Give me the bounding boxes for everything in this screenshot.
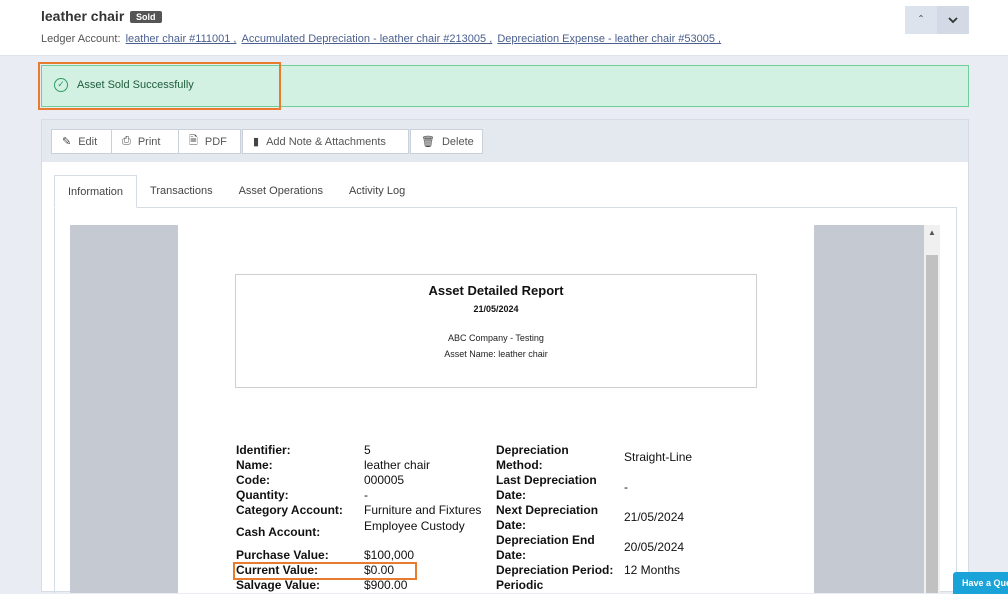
field-label-periodic: Periodic xyxy=(496,578,544,592)
field-label-last-depreciation-2: Date: xyxy=(496,488,527,502)
print-label: Print xyxy=(137,135,161,148)
add-note-attachments-button[interactable]: ▮ Add Note & Attachments xyxy=(242,129,409,154)
report-date: 21/05/2024 xyxy=(473,304,519,314)
field-value-depreciation-method: Straight-Line xyxy=(624,450,693,464)
field-value-code: 000005 xyxy=(364,473,405,487)
tab-activity-log[interactable]: Activity Log xyxy=(336,175,418,208)
field-label-next-depreciation-1: Next Depreciation xyxy=(496,503,599,517)
tab-bar: Information Transactions Asset Operation… xyxy=(54,175,418,208)
status-badge: Sold xyxy=(130,11,162,23)
delete-label: Delete xyxy=(441,135,474,148)
delete-button[interactable]: 🗑 Delete xyxy=(410,129,483,154)
field-label-salvage-value: Salvage Value: xyxy=(236,578,321,592)
edit-label: Edit xyxy=(78,135,98,148)
edit-button[interactable]: ✎ Edit xyxy=(51,129,112,154)
field-value-quantity: - xyxy=(364,488,368,502)
field-value-purchase-value: $100,000 xyxy=(364,548,415,562)
next-record-button[interactable] xyxy=(937,6,969,34)
chevron-up-icon: ˆ xyxy=(919,13,923,27)
field-label-code: Code: xyxy=(236,473,270,487)
ledger-link-accumulated-depreciation[interactable]: Accumulated Depreciation - leather chair… xyxy=(242,33,493,45)
field-value-next-depreciation: 21/05/2024 xyxy=(624,510,685,524)
tab-transactions[interactable]: Transactions xyxy=(137,175,226,208)
field-label-identifier: Identifier: xyxy=(236,443,291,457)
action-toolbar: ✎ Edit ⎙ Print 🗎 PDF ▮ Add Note & Attach… xyxy=(42,120,968,162)
quick-help-button[interactable]: Have a Question? xyxy=(953,572,1008,594)
report-header-box: Asset Detailed Report 21/05/2024 ABC Com… xyxy=(235,274,757,388)
tab-information[interactable]: Information xyxy=(54,175,138,208)
ledger-link-depreciation-expense[interactable]: Depreciation Expense - leather chair #53… xyxy=(497,33,721,45)
field-value-salvage-value: $900.00 xyxy=(364,578,408,592)
report-asset-name: Asset Name: leather chair xyxy=(444,349,548,359)
record-navigation: ˆ xyxy=(905,6,969,34)
field-value-depreciation-end: 20/05/2024 xyxy=(624,540,685,554)
field-value-depreciation-period: 12 Months xyxy=(624,563,681,577)
previous-record-button[interactable]: ˆ xyxy=(905,6,937,34)
tab-asset-operations[interactable]: Asset Operations xyxy=(226,175,336,208)
field-label-last-depreciation-1: Last Depreciation xyxy=(496,473,597,487)
field-value-name: leather chair xyxy=(364,458,431,472)
field-value-cash-account: Employee Custody xyxy=(364,519,465,533)
trash-icon: 🗑 xyxy=(421,136,435,148)
field-label-quantity: Quantity: xyxy=(236,488,289,502)
page-title: leather chair xyxy=(41,8,125,24)
field-value-last-depreciation: - xyxy=(624,480,628,494)
field-label-category-account: Category Account: xyxy=(236,503,343,517)
field-value-category-account: Furniture and Fixtures xyxy=(364,503,482,517)
pdf-label: PDF xyxy=(204,135,227,148)
ledger-link-asset[interactable]: leather chair #111001 , xyxy=(126,33,237,45)
scroll-up-arrow-icon[interactable]: ▲ xyxy=(924,225,940,241)
asset-header: leather chair Sold Ledger Account: leath… xyxy=(0,0,1008,56)
alert-highlight-box xyxy=(38,62,281,110)
field-label-depreciation-end-1: Depreciation End xyxy=(496,533,595,547)
pdf-file-icon: 🗎 xyxy=(189,135,198,147)
field-label-depreciation-end-2: Date: xyxy=(496,548,527,562)
current-value-highlight-box xyxy=(233,562,417,580)
print-button[interactable]: ⎙ Print xyxy=(111,129,179,154)
ledger-accounts: Ledger Account: leather chair #111001 , … xyxy=(41,33,721,45)
report-scrollbar[interactable]: ▲ xyxy=(924,225,940,593)
pencil-icon: ✎ xyxy=(62,136,72,148)
field-label-next-depreciation-2: Date: xyxy=(496,518,527,532)
field-label-cash-account: Cash Account: xyxy=(236,525,321,539)
report-title: Asset Detailed Report xyxy=(428,283,564,298)
scroll-thumb[interactable] xyxy=(926,255,938,593)
ledger-label: Ledger Account: xyxy=(41,33,121,45)
field-label-name: Name: xyxy=(236,458,273,472)
printer-icon: ⎙ xyxy=(122,135,131,147)
field-label-depreciation-method-1: Depreciation xyxy=(496,443,569,457)
book-icon: ▮ xyxy=(253,136,260,148)
chevron-down-icon xyxy=(948,17,958,24)
pdf-button[interactable]: 🗎 PDF xyxy=(178,129,241,154)
field-label-depreciation-period: Depreciation Period: xyxy=(496,563,614,577)
report-company: ABC Company - Testing xyxy=(448,333,544,343)
field-label-depreciation-method-2: Method: xyxy=(496,458,543,472)
field-label-purchase-value: Purchase Value: xyxy=(236,548,329,562)
field-value-identifier: 5 xyxy=(364,443,371,457)
add-note-label: Add Note & Attachments xyxy=(266,135,386,148)
